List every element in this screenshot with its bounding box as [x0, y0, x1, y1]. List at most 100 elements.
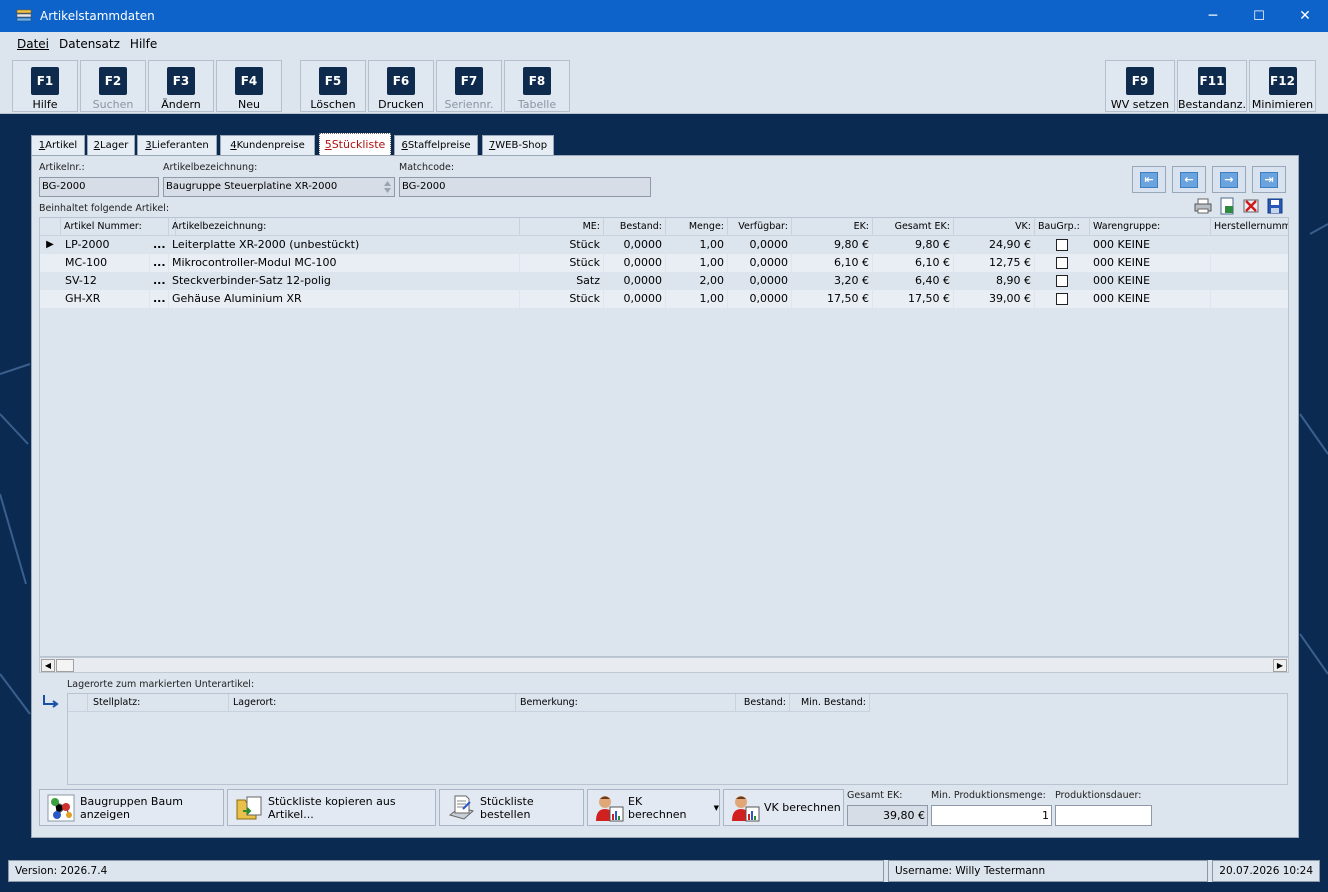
cell-artikel-nummer[interactable]: SV-12	[61, 272, 150, 290]
more-button[interactable]: ...	[150, 272, 169, 290]
scroll-left-icon[interactable]: ◀	[41, 659, 55, 672]
f5-delete-button[interactable]: F5 Löschen	[300, 60, 366, 112]
col-ek[interactable]: EK:	[792, 218, 873, 236]
baugruppen-baum-button[interactable]: Baugruppen Baum anzeigen	[39, 789, 224, 826]
minimize-button[interactable]: ─	[1190, 0, 1236, 32]
f9-wv-button[interactable]: F9 WV setzen	[1105, 60, 1175, 112]
ek-dropdown-icon[interactable]: ▼	[714, 804, 719, 812]
col-herstellernummer[interactable]: Herstellernummer	[1211, 218, 1288, 236]
maximize-button[interactable]: ☐	[1236, 0, 1282, 32]
stueckliste-bestellen-button[interactable]: Stückliste bestellen	[439, 789, 584, 826]
prev-record-button[interactable]: ←	[1172, 166, 1206, 193]
more-button[interactable]: ...	[150, 290, 169, 308]
cell-artikel-nummer[interactable]: GH-XR	[61, 290, 150, 308]
col-min-bestand[interactable]: Min. Bestand:	[790, 694, 870, 712]
cell-warengruppe[interactable]: 000 KEINE	[1090, 272, 1211, 290]
cell-verfuegbar[interactable]: 0,0000	[728, 236, 792, 254]
cell-artikel-nummer[interactable]: MC-100	[61, 254, 150, 272]
more-button[interactable]: ...	[150, 236, 169, 254]
tab-kundenpreise[interactable]: 4 Kundenpreise	[220, 135, 315, 155]
f3-edit-button[interactable]: F3 Ändern	[148, 60, 214, 112]
baugrp-checkbox[interactable]	[1056, 257, 1068, 269]
col-me[interactable]: ME:	[520, 218, 604, 236]
more-button[interactable]: ...	[150, 254, 169, 272]
bezeichnung-spin-icon[interactable]	[381, 178, 394, 196]
print-icon[interactable]	[1194, 197, 1212, 215]
baugrp-checkbox[interactable]	[1056, 293, 1068, 305]
col-stellplatz[interactable]: Stellplatz:	[88, 694, 229, 712]
f2-search-button[interactable]: F2 Suchen	[80, 60, 146, 112]
table-row[interactable]: ▶ LP-2000 ... Leiterplatte XR-2000 (unbe…	[40, 236, 1288, 254]
tab-stueckliste[interactable]: 5 Stückliste	[319, 133, 391, 155]
cell-me[interactable]: Stück	[520, 290, 604, 308]
cell-gesamt-ek[interactable]: 9,80 €	[873, 236, 954, 254]
menu-datensatz[interactable]: Datensatz	[59, 37, 120, 51]
table-row[interactable]: GH-XR ... Gehäuse Aluminium XR Stück 0,0…	[40, 290, 1288, 308]
f12-minimize-button[interactable]: F12 Minimieren	[1249, 60, 1316, 112]
baugrp-checkbox[interactable]	[1056, 239, 1068, 251]
col-lagerort[interactable]: Lagerort:	[229, 694, 516, 712]
cell-gesamt-ek[interactable]: 17,50 €	[873, 290, 954, 308]
col-bemerkung[interactable]: Bemerkung:	[516, 694, 736, 712]
next-record-button[interactable]: →	[1212, 166, 1246, 193]
tab-staffelpreise[interactable]: 6 Staffelpreise	[394, 135, 478, 155]
cell-vk[interactable]: 8,90 €	[954, 272, 1035, 290]
baugrp-checkbox[interactable]	[1056, 275, 1068, 287]
cell-warengruppe[interactable]: 000 KEINE	[1090, 254, 1211, 272]
f8-table-button[interactable]: F8 Tabelle	[504, 60, 570, 112]
col-artikelbezeichnung[interactable]: Artikelbezeichnung:	[169, 218, 520, 236]
cell-me[interactable]: Stück	[520, 236, 604, 254]
cell-ek[interactable]: 6,10 €	[792, 254, 873, 272]
f6-print-button[interactable]: F6 Drucken	[368, 60, 434, 112]
vk-berechnen-button[interactable]: VK berechnen	[723, 789, 844, 826]
scroll-thumb[interactable]	[56, 659, 74, 672]
tab-lager[interactable]: 2 Lager	[87, 135, 135, 155]
col-lager-bestand[interactable]: Bestand:	[736, 694, 790, 712]
cell-menge[interactable]: 1,00	[666, 236, 728, 254]
bezeichnung-field[interactable]: Baugruppe Steuerplatine XR-2000	[163, 177, 395, 197]
last-record-button[interactable]: ⇥	[1252, 166, 1286, 193]
cell-artikel-nummer[interactable]: LP-2000	[61, 236, 150, 254]
cell-menge[interactable]: 1,00	[666, 290, 728, 308]
stueckliste-kopieren-button[interactable]: Stückliste kopieren aus Artikel...	[227, 789, 436, 826]
col-artikel-nummer[interactable]: Artikel Nummer:	[61, 218, 169, 236]
cell-artikelbezeichnung[interactable]: Gehäuse Aluminium XR	[169, 290, 520, 308]
tab-artikel[interactable]: 1 Artikel	[31, 135, 85, 155]
produktionsdauer-field[interactable]	[1055, 805, 1152, 826]
cell-me[interactable]: Satz	[520, 272, 604, 290]
menu-hilfe[interactable]: Hilfe	[130, 37, 157, 51]
cell-bestand[interactable]: 0,0000	[604, 290, 666, 308]
table-row[interactable]: MC-100 ... Mikrocontroller-Modul MC-100 …	[40, 254, 1288, 272]
cell-ek[interactable]: 3,20 €	[792, 272, 873, 290]
cell-menge[interactable]: 1,00	[666, 254, 728, 272]
cell-vk[interactable]: 24,90 €	[954, 236, 1035, 254]
cell-artikelbezeichnung[interactable]: Steckverbinder-Satz 12-polig	[169, 272, 520, 290]
col-warengruppe[interactable]: Warengruppe:	[1090, 218, 1211, 236]
f7-serial-button[interactable]: F7 Seriennr.	[436, 60, 502, 112]
cell-verfuegbar[interactable]: 0,0000	[728, 290, 792, 308]
cell-ek[interactable]: 17,50 €	[792, 290, 873, 308]
cell-artikelbezeichnung[interactable]: Leiterplatte XR-2000 (unbestückt)	[169, 236, 520, 254]
cell-artikelbezeichnung[interactable]: Mikrocontroller-Modul MC-100	[169, 254, 520, 272]
table-row[interactable]: SV-12 ... Steckverbinder-Satz 12-polig S…	[40, 272, 1288, 290]
cell-bestand[interactable]: 0,0000	[604, 236, 666, 254]
cell-warengruppe[interactable]: 000 KEINE	[1090, 236, 1211, 254]
save-icon[interactable]	[1266, 197, 1284, 215]
col-verfuegbar[interactable]: Verfügbar:	[728, 218, 792, 236]
cell-gesamt-ek[interactable]: 6,40 €	[873, 272, 954, 290]
cell-verfuegbar[interactable]: 0,0000	[728, 272, 792, 290]
excel-export-icon[interactable]	[1218, 197, 1236, 215]
first-record-button[interactable]: ⇤	[1132, 166, 1166, 193]
col-baugrp[interactable]: BauGrp.:	[1035, 218, 1090, 236]
delete-row-icon[interactable]	[1242, 197, 1260, 215]
cell-bestand[interactable]: 0,0000	[604, 272, 666, 290]
close-button[interactable]: ✕	[1282, 0, 1328, 32]
scroll-right-icon[interactable]: ▶	[1273, 659, 1287, 672]
matchcode-field[interactable]: BG-2000	[399, 177, 651, 197]
cell-menge[interactable]: 2,00	[666, 272, 728, 290]
col-vk[interactable]: VK:	[954, 218, 1035, 236]
f11-stock-button[interactable]: F11 Bestandanz.	[1177, 60, 1247, 112]
f4-new-button[interactable]: F4 Neu	[216, 60, 282, 112]
menu-datei[interactable]: Datei	[17, 37, 49, 51]
cell-ek[interactable]: 9,80 €	[792, 236, 873, 254]
